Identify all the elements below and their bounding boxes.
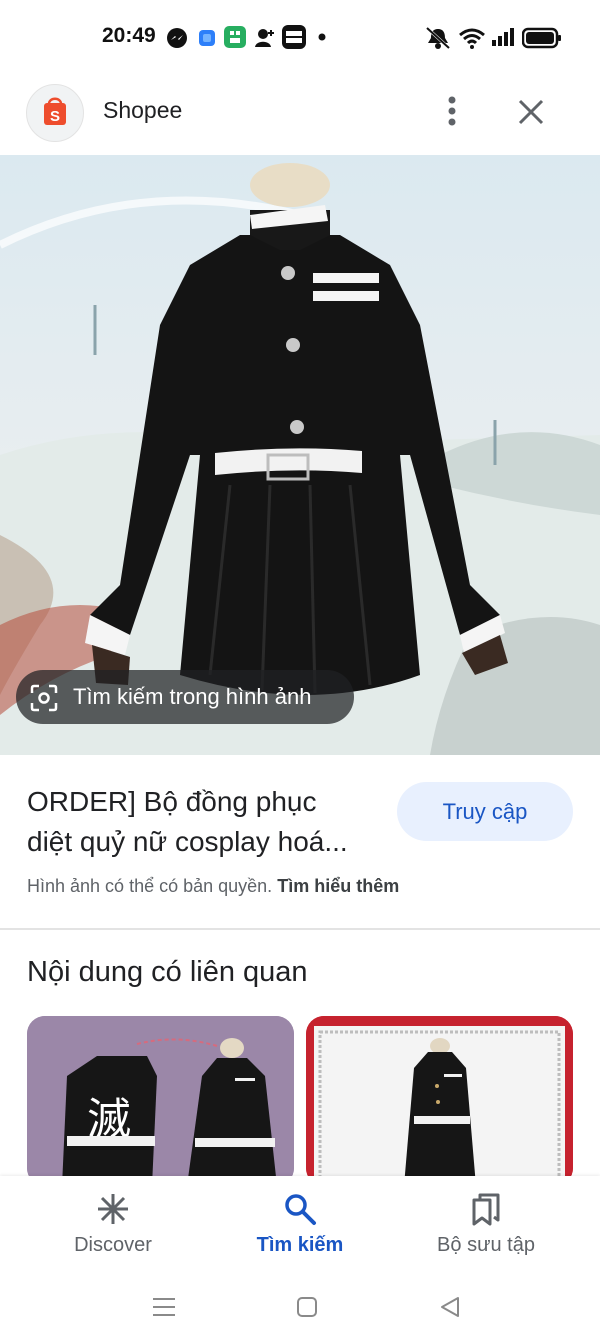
more-vert-icon[interactable]: [440, 96, 464, 128]
product-title-line1: ORDER] Bộ đồng phục: [27, 786, 317, 817]
product-title[interactable]: ORDER] Bộ đồng phục diệt quỷ nữ cosplay …: [27, 782, 387, 862]
back-icon[interactable]: [439, 1295, 461, 1319]
asterisk-icon[interactable]: [96, 1192, 130, 1226]
battery-icon: [522, 27, 561, 49]
svg-text:S: S: [50, 108, 60, 125]
search-in-image-label: Tìm kiếm trong hình ảnh: [73, 684, 312, 709]
nav-collections[interactable]: Bộ sưu tập: [406, 1234, 566, 1257]
close-icon[interactable]: [516, 97, 546, 127]
signal-icon: [492, 28, 514, 46]
recent-apps-icon[interactable]: [152, 1296, 176, 1318]
more-notifications-dot-icon: [318, 33, 326, 41]
related-card[interactable]: 滅: [27, 1016, 294, 1186]
visit-button[interactable]: Truy cập: [397, 782, 573, 841]
related-card[interactable]: [306, 1016, 573, 1186]
copyright-notice: Hình ảnh có thể có bản quyền. Tìm hiểu t…: [27, 876, 399, 897]
baomoi-icon: [282, 25, 306, 49]
home-icon[interactable]: [296, 1296, 318, 1318]
product-image[interactable]: [0, 155, 600, 755]
search-icon[interactable]: [283, 1192, 317, 1226]
app-grid-icon: [224, 26, 246, 48]
nav-search[interactable]: Tìm kiếm: [220, 1234, 380, 1257]
app-notification-icon: [199, 30, 215, 46]
bottom-navigation: [0, 1176, 600, 1276]
shopee-bag-icon[interactable]: S: [26, 84, 84, 142]
wifi-icon: [459, 28, 485, 49]
section-divider: [0, 928, 600, 930]
lens-icon: [30, 684, 58, 712]
product-title-line2: diệt quỷ nữ cosplay hoá...: [27, 826, 348, 857]
copyright-text: Hình ảnh có thể có bản quyền.: [27, 876, 273, 896]
collections-icon[interactable]: [470, 1192, 504, 1228]
nav-discover[interactable]: Discover: [33, 1234, 193, 1257]
related-heading: Nội dung có liên quan: [27, 956, 308, 988]
add-person-icon: [255, 29, 274, 47]
app-header: [0, 76, 600, 154]
status-time: 20:49: [102, 24, 156, 47]
learn-more-link[interactable]: Tìm hiểu thêm: [277, 876, 399, 896]
source-name: Shopee: [103, 97, 183, 123]
mute-bell-icon: [425, 26, 451, 50]
messenger-icon: [167, 28, 187, 48]
